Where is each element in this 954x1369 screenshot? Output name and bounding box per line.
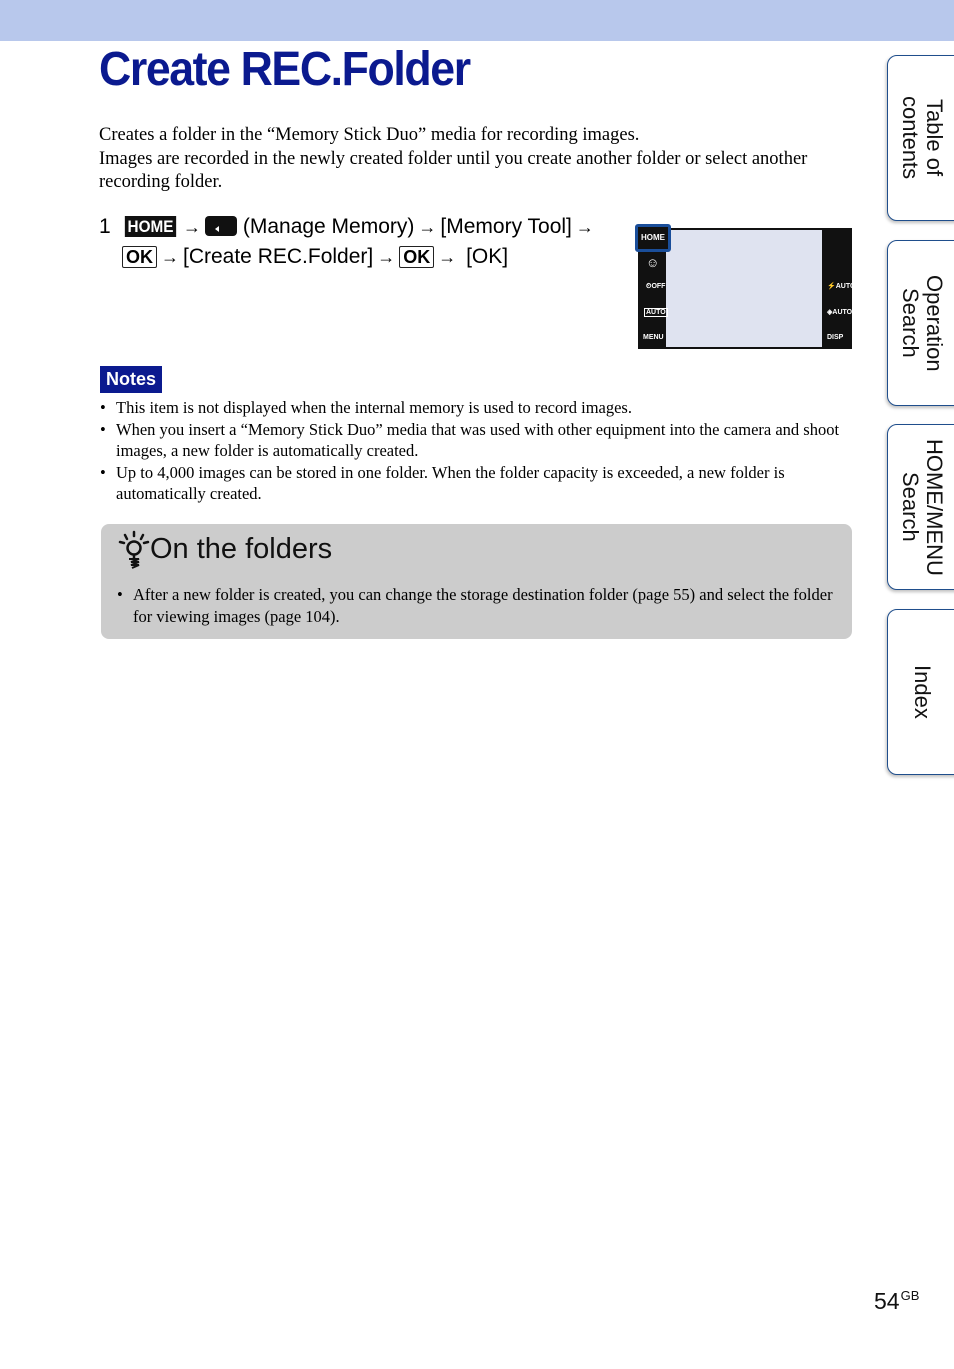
disp-icon: DISP — [827, 334, 844, 341]
tab-index[interactable]: Index — [887, 609, 954, 775]
page-number: 54GB — [874, 1288, 919, 1315]
smile-shutter-icon: ☺ — [646, 255, 660, 270]
lightbulb-hint-icon — [117, 530, 151, 575]
intro-line: Creates a folder in the “Memory Stick Du… — [99, 125, 640, 145]
tip-title: On the folders — [150, 533, 333, 565]
macro-auto-icon: ◈AUTO — [827, 309, 853, 316]
manage-memory-icon — [205, 216, 237, 236]
page-number-suffix: GB — [900, 1288, 920, 1303]
camera-preview-area — [666, 230, 822, 347]
tab-label: Operation Search — [898, 274, 947, 372]
intro-text: Creates a folder in the “Memory Stick Du… — [99, 124, 859, 195]
page-title: Create REC.Folder — [99, 43, 471, 96]
flash-auto-icon: ⚡AUTO — [827, 283, 856, 290]
memory-tool-label: [Memory Tool] — [440, 215, 572, 238]
note-item: Up to 4,000 images can be stored in one … — [99, 462, 859, 505]
menu-icon: MENU — [643, 334, 664, 341]
arrow-icon: → — [377, 247, 396, 267]
arrow-icon: → — [438, 247, 457, 267]
arrow-icon: → — [183, 217, 201, 237]
tab-table-of-contents[interactable]: Table of contents — [887, 55, 954, 221]
camera-screen-illustration: HOME ☺ ⏲OFF AUTO MENU ⚡AUTO ◈AUTO DISP — [635, 224, 856, 349]
intro-line: Images are recorded in the newly created… — [99, 148, 808, 193]
note-item: This item is not displayed when the inte… — [99, 397, 859, 419]
ok-button-icon: OK — [399, 246, 435, 268]
scene-auto-icon: AUTO — [644, 308, 668, 317]
tab-label: HOME/MENU Search — [898, 438, 947, 576]
tab-home-menu-search[interactable]: HOME/MENU Search — [887, 424, 954, 590]
create-rec-folder-label: [Create REC.Folder] — [183, 245, 374, 268]
home-button-icon: HOME — [124, 216, 177, 237]
notes-badge: Notes — [100, 366, 163, 393]
step-1: 1 HOME → (Manage Memory) → [Memory Tool] →OK… — [99, 212, 619, 272]
notes-list: This item is not displayed when the inte… — [99, 397, 859, 505]
tip-item: After a new folder is created, you can c… — [116, 584, 841, 627]
self-timer-off-icon: ⏲OFF — [646, 283, 666, 290]
ok-button-icon: OK — [122, 246, 157, 268]
manage-memory-label: (Manage Memory) — [242, 215, 415, 238]
tab-operation-search[interactable]: Operation Search — [887, 240, 954, 406]
header-band — [0, 0, 954, 41]
tip-list: After a new folder is created, you can c… — [116, 584, 841, 627]
tab-label: Index — [910, 665, 935, 719]
step-instructions: HOME → (Manage Memory) → [Memory Tool] →OK →[… — [122, 212, 619, 272]
arrow-icon: → — [418, 217, 437, 237]
tab-label: Table of contents — [898, 96, 947, 180]
arrow-icon: → — [161, 247, 179, 267]
tip-box: On the folders After a new folder is cre… — [101, 524, 852, 639]
arrow-icon: → — [575, 217, 594, 237]
step-number: 1 — [99, 215, 111, 238]
page-number-value: 54 — [874, 1288, 900, 1314]
final-ok-label: [OK] — [466, 245, 509, 268]
camera-home-icon: HOME — [635, 224, 671, 252]
note-item: When you insert a “Memory Stick Duo” med… — [99, 419, 859, 462]
